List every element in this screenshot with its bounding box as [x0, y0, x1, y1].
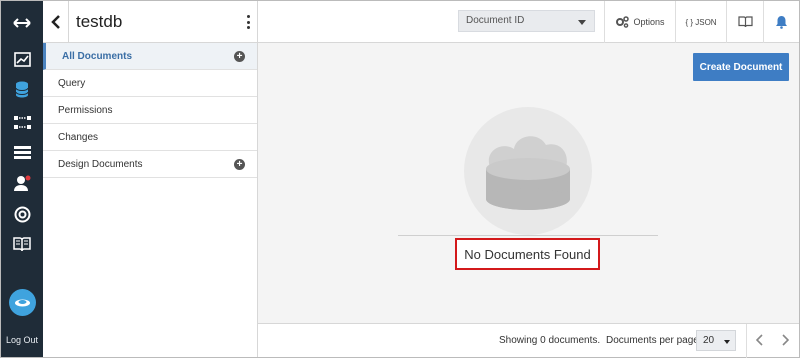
db-header: testdb — [43, 1, 258, 43]
document-id-select[interactable]: Document ID — [458, 10, 595, 32]
options-label: Options — [633, 17, 665, 27]
book-icon — [737, 16, 753, 28]
empty-state-message: No Documents Found — [455, 238, 600, 270]
gears-icon — [616, 16, 630, 28]
main-content: Create Document No Documents Found — [258, 43, 799, 323]
sidebar-item-design-documents[interactable]: Design Documents + — [43, 151, 257, 178]
empty-state-divider — [398, 235, 658, 236]
showing-count: Showing 0 documents. — [499, 335, 601, 346]
empty-state-illustration — [464, 107, 592, 235]
pagination-footer: Showing 0 documents. Documents per page:… — [258, 323, 799, 358]
chevron-left-icon — [756, 334, 763, 346]
options-button[interactable]: Options — [605, 1, 675, 43]
per-page-select[interactable]: 20 — [696, 330, 736, 351]
pagination-divider — [746, 324, 747, 358]
per-page-value: 20 — [703, 335, 715, 346]
json-toggle-button[interactable]: { } JSON — [676, 1, 726, 43]
sidebar: All Documents + Query Permissions Change… — [43, 43, 258, 357]
config-icon[interactable] — [1, 139, 43, 167]
back-button[interactable] — [43, 1, 69, 42]
sidebar-item-label: Permissions — [58, 104, 113, 116]
chevron-down-icon — [724, 340, 730, 344]
logout-link[interactable]: Log Out — [1, 335, 43, 345]
sidebar-item-label: Changes — [58, 131, 99, 143]
user-icon[interactable] — [1, 169, 43, 197]
replication-icon[interactable] — [1, 108, 43, 136]
left-nav: Log Out — [1, 1, 43, 357]
notifications-button[interactable] — [764, 1, 799, 43]
next-page-button[interactable] — [778, 333, 792, 347]
database-cloud-icon — [486, 136, 570, 210]
document-id-select-value: Document ID — [466, 15, 525, 26]
documentation-button[interactable] — [727, 1, 763, 43]
per-page-label: Documents per page: — [606, 335, 702, 346]
kebab-menu-icon[interactable] — [243, 15, 253, 29]
sidebar-item-query[interactable]: Query — [43, 70, 257, 97]
database-icon[interactable] — [1, 75, 43, 103]
add-design-doc-icon[interactable]: + — [234, 159, 245, 170]
create-document-button[interactable]: Create Document — [693, 53, 789, 81]
expand-arrows-icon[interactable] — [1, 9, 43, 37]
sidebar-item-all-documents[interactable]: All Documents + — [43, 43, 257, 70]
sidebar-item-changes[interactable]: Changes — [43, 124, 257, 151]
docs-book-icon[interactable] — [1, 230, 43, 258]
json-label: { } JSON — [685, 17, 717, 27]
sidebar-item-label: Query — [58, 77, 86, 89]
chevron-down-icon — [578, 20, 586, 25]
top-toolbar: Document ID Options { } JSON — [258, 1, 799, 43]
sidebar-item-label: Design Documents — [58, 158, 143, 170]
sidebar-item-permissions[interactable]: Permissions — [43, 97, 257, 124]
bell-icon — [776, 16, 787, 29]
support-icon[interactable] — [1, 200, 43, 228]
chevron-right-icon — [782, 334, 789, 346]
add-document-icon[interactable]: + — [234, 51, 245, 62]
activity-chart-icon[interactable] — [1, 45, 43, 73]
sidebar-item-label: All Documents — [62, 50, 133, 62]
couchdb-logo-icon[interactable] — [9, 289, 36, 316]
prev-page-button[interactable] — [753, 333, 767, 347]
database-name: testdb — [76, 12, 123, 31]
chevron-left-icon — [50, 14, 60, 29]
